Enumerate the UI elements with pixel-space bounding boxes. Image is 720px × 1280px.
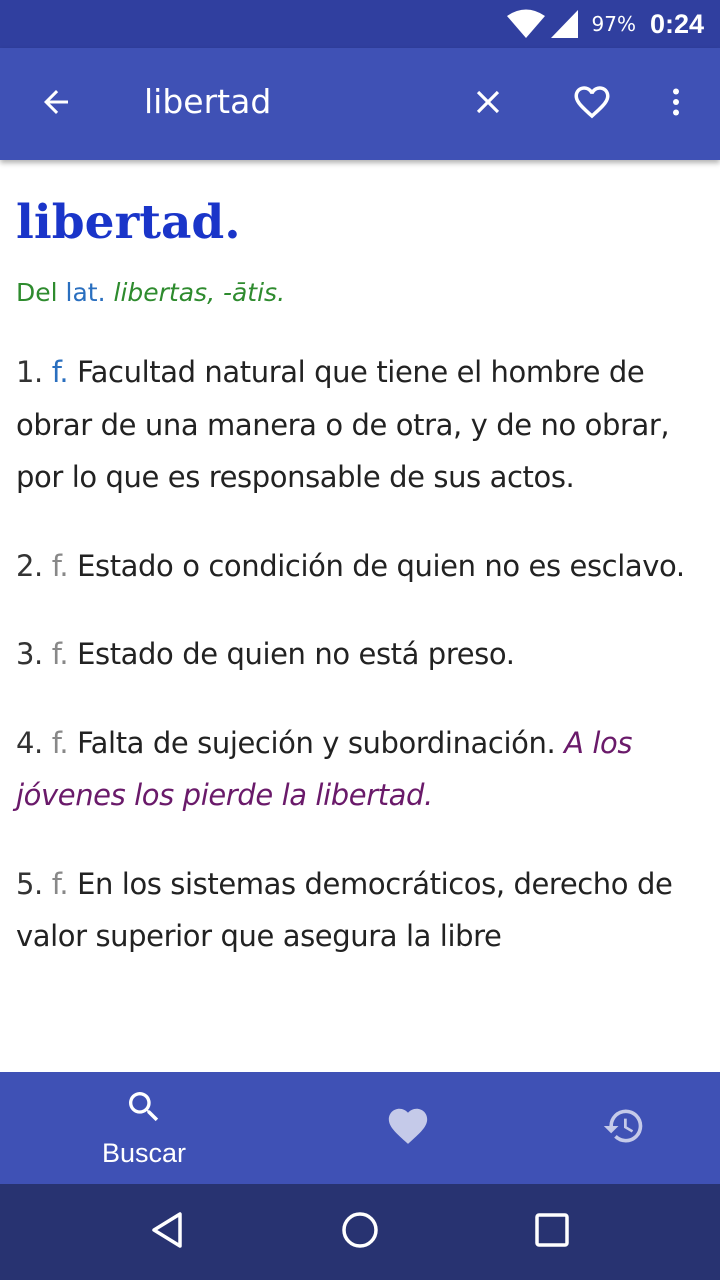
home-circle-icon	[340, 1210, 380, 1255]
grammar-abbreviation[interactable]: f.	[52, 355, 69, 389]
back-button[interactable]	[24, 76, 88, 132]
grammar-abbreviation[interactable]: f.	[52, 726, 69, 760]
battery-percent: 97%	[591, 12, 636, 36]
bottom-navigation: Buscar	[0, 1072, 720, 1184]
sense-text: Estado de quien no está preso.	[77, 637, 515, 671]
system-navigation-bar	[0, 1184, 720, 1280]
clock: 0:24	[649, 8, 704, 39]
grammar-abbreviation[interactable]: f.	[52, 637, 69, 671]
definition-content[interactable]: libertad. Del lat. libertas, -ātis. 1. f…	[0, 160, 720, 1072]
sense-text: Estado o condición de quien no es esclav…	[77, 548, 685, 583]
search-icon	[124, 1087, 164, 1132]
grammar-abbreviation[interactable]: f.	[52, 549, 69, 583]
app-bar: libertad	[0, 48, 720, 160]
sense-number: 2.	[16, 548, 43, 583]
nav-history-tab[interactable]	[544, 1072, 704, 1184]
close-icon	[469, 83, 507, 126]
signal-icon	[550, 9, 580, 39]
etymology: Del lat. libertas, -ātis.	[16, 276, 704, 310]
sense-text: Facultad natural que tiene el hombre de …	[16, 355, 670, 494]
sense-item: 5. f. En los sistemas democráticos, dere…	[16, 858, 704, 963]
headword: libertad.	[16, 195, 241, 250]
sense-item: 1. f. Facultad natural que tiene el homb…	[16, 346, 704, 504]
sense-item: 3. f. Estado de quien no está preso.	[16, 628, 704, 681]
history-icon	[602, 1104, 646, 1153]
system-home-button[interactable]	[336, 1208, 384, 1256]
heart-icon	[385, 1103, 431, 1154]
etymology-latin: libertas, -ātis.	[113, 278, 286, 307]
search-query[interactable]: libertad	[144, 82, 271, 121]
more-vert-icon	[658, 84, 694, 125]
system-back-button[interactable]	[144, 1208, 192, 1256]
back-arrow-icon	[38, 84, 74, 125]
sense-number: 4.	[16, 725, 43, 760]
back-triangle-icon	[148, 1210, 188, 1255]
wifi-icon	[506, 9, 546, 39]
sense-number: 3.	[16, 637, 43, 671]
clear-search-button[interactable]	[458, 76, 518, 132]
grammar-abbreviation[interactable]: f.	[52, 867, 69, 901]
sense-number: 5.	[16, 866, 43, 901]
sense-item: 2. f. Estado o condición de quien no es …	[16, 540, 704, 593]
sense-text: En los sistemas democráticos, derecho de…	[16, 866, 673, 954]
etymology-abbreviation: lat.	[65, 278, 106, 307]
sense-text: Falta de sujeción y subordinación.	[77, 725, 556, 760]
nav-search-label: Buscar	[101, 1138, 187, 1168]
nav-favorites-tab[interactable]	[328, 1072, 488, 1184]
more-options-button[interactable]	[650, 76, 702, 132]
sense-number: 1.	[16, 355, 43, 389]
system-recents-button[interactable]	[528, 1208, 576, 1256]
status-indicators: 97% 0:24	[506, 0, 704, 48]
recents-square-icon	[532, 1210, 572, 1255]
etymology-prefix: Del	[16, 278, 58, 307]
sense-item: 4. f. Falta de sujeción y subordinación.…	[16, 717, 704, 822]
heart-outline-icon	[571, 81, 613, 128]
nav-search-tab[interactable]: Buscar	[64, 1072, 224, 1184]
status-bar: 97% 0:24	[0, 0, 720, 48]
favorite-button[interactable]	[562, 76, 622, 132]
